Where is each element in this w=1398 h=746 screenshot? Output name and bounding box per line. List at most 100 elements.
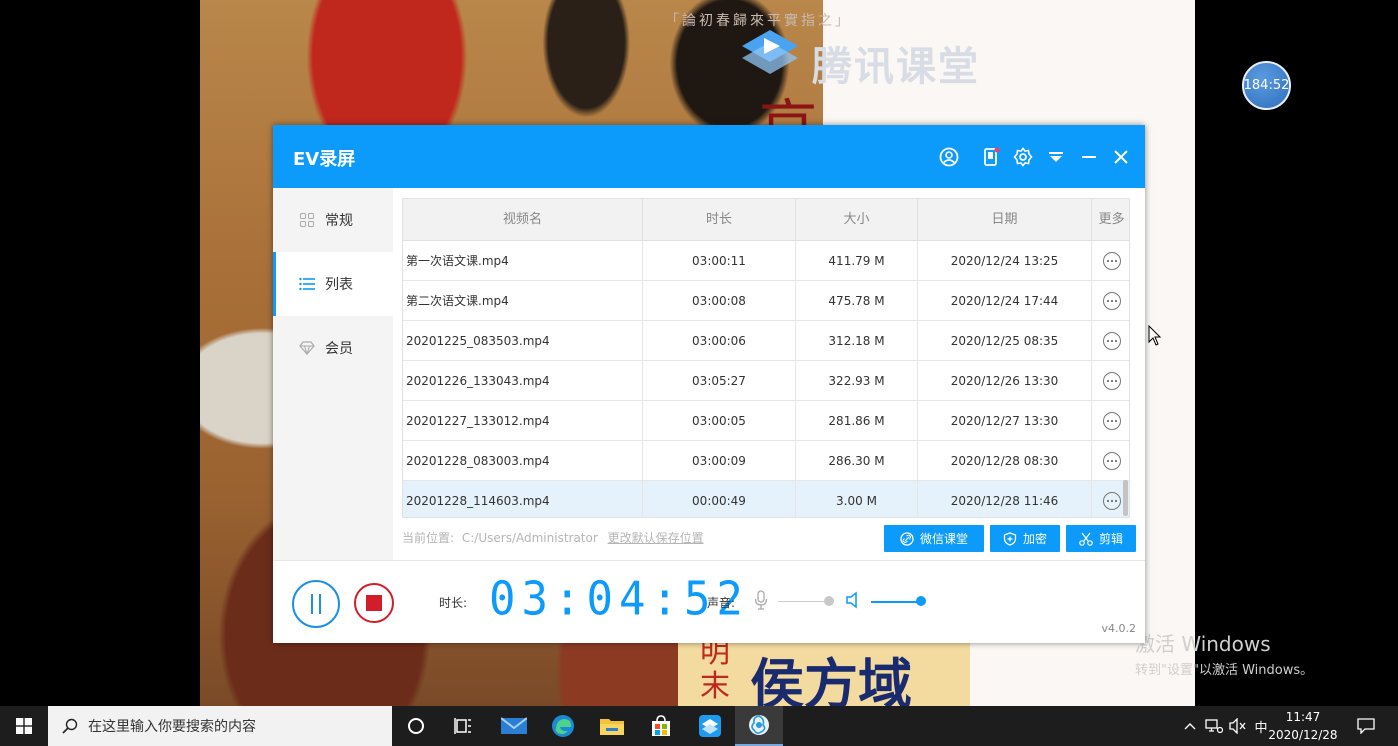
speaker-volume-slider[interactable] [871, 601, 921, 603]
edge-browser-button[interactable] [539, 706, 587, 746]
cut-button[interactable]: 剪辑 [1066, 525, 1136, 552]
cell-size: 3.00 M [796, 481, 918, 517]
taskbar-clock[interactable]: 11:47 2020/12/28 [1268, 708, 1338, 744]
cell-more [1092, 281, 1129, 321]
table-row[interactable]: 20201226_133043.mp4 03:05:27 322.93 M 2020/… [403, 361, 1129, 401]
header-video-name[interactable]: 视频名 [403, 199, 643, 241]
change-save-location-link[interactable]: 更改默认保存位置 [608, 531, 704, 545]
speaker-volume-handle[interactable] [916, 596, 926, 606]
mail-app-button[interactable] [490, 706, 538, 746]
cell-duration: 00:00:49 [643, 481, 796, 517]
cell-video-name: 20201225_083503.mp4 [403, 321, 643, 361]
slide-caption: 「論初春歸來平實指之」 [665, 13, 852, 29]
more-options-icon[interactable] [1102, 332, 1121, 350]
table-row[interactable]: 第二次语文课.mp4 03:00:08 475.78 M 2020/12/24 17:… [403, 281, 1129, 321]
slide-dynasty: 明末 [700, 635, 730, 704]
save-location-label: 当前位置: [402, 531, 455, 545]
microphone-volume-slider[interactable] [778, 601, 828, 602]
cell-duration: 03:05:27 [643, 361, 796, 401]
sidebar-item-label: 常规 [325, 213, 353, 229]
slide-author: 侯方域 [750, 652, 912, 706]
microsoft-store-button[interactable] [637, 706, 685, 746]
header-date[interactable]: 日期 [918, 199, 1092, 241]
cell-duration: 03:00:08 [643, 281, 796, 321]
ev-recorder-icon [749, 715, 769, 735]
more-options-icon[interactable] [1102, 492, 1121, 510]
tencent-classroom-logo-icon [742, 30, 798, 74]
more-options-icon[interactable] [1102, 412, 1121, 430]
cell-video-name: 20201227_133012.mp4 [403, 401, 643, 441]
cell-date: 2020/12/24 13:25 [918, 241, 1092, 281]
cell-size: 312.18 M [796, 321, 918, 361]
sidebar-item-list[interactable]: 列表 [273, 252, 393, 316]
speaker-icon[interactable] [845, 591, 861, 609]
cell-video-name: 第二次语文课.mp4 [403, 281, 643, 321]
table-row[interactable]: 20201227_133012.mp4 03:00:05 281.86 M 2020/… [403, 401, 1129, 441]
mobile-icon[interactable] [979, 145, 1003, 169]
table-row[interactable]: 20201228_083003.mp4 03:00:09 286.30 M 2020/… [403, 441, 1129, 481]
cell-date: 2020/12/27 13:30 [918, 401, 1092, 441]
title-bar[interactable]: EV录屏 [273, 125, 1145, 188]
settings-gear-icon[interactable] [1011, 145, 1035, 169]
header-size[interactable]: 大小 [796, 199, 918, 241]
microphone-volume-handle[interactable] [824, 596, 834, 606]
clock-date: 2020/12/28 [1268, 728, 1338, 742]
minimize-icon[interactable] [1077, 145, 1101, 169]
cell-duration: 03:00:05 [643, 401, 796, 441]
sidebar-item-member[interactable]: 会员 [273, 316, 393, 380]
clock-time: 11:47 [1285, 710, 1321, 724]
encrypt-button[interactable]: 加密 [990, 525, 1060, 552]
recordings-panel: 视频名 时长 大小 日期 更多 第一次语文课.mp4 03:00:11 411.79… [393, 188, 1145, 560]
task-view-button[interactable] [440, 706, 488, 746]
tencent-classroom-icon [699, 715, 721, 737]
mail-icon [501, 717, 527, 734]
ev-recorder-taskbar-button[interactable] [735, 706, 783, 746]
sidebar-item-label: 列表 [325, 277, 353, 293]
header-duration[interactable]: 时长 [643, 199, 796, 241]
taskbar-search-box[interactable]: 在这里输入你要搜索的内容 [48, 706, 392, 746]
account-icon[interactable] [937, 145, 961, 169]
sidebar-item-general[interactable]: 常规 [273, 188, 393, 252]
table-row[interactable]: 20201225_083503.mp4 03:00:06 312.18 M 2020/… [403, 321, 1129, 361]
recording-controls: 时长: 03:04:52 声音: v4.0.2 [273, 560, 1145, 643]
cortana-circle-icon [408, 718, 424, 734]
table-scrollbar-thumb[interactable] [1123, 480, 1128, 516]
windows-logo-icon [16, 718, 32, 734]
cell-video-name: 20201228_114603.mp4 [403, 481, 643, 517]
start-button[interactable] [0, 706, 48, 746]
cell-video-name: 20201228_083003.mp4 [403, 441, 643, 481]
floating-timer-bubble[interactable]: 184:52 [1242, 61, 1291, 110]
network-status-button[interactable] [1203, 706, 1225, 746]
encrypt-label: 加密 [1022, 532, 1047, 546]
app-title: EV录屏 [293, 149, 356, 170]
cell-more [1092, 441, 1129, 481]
more-options-icon[interactable] [1102, 372, 1121, 390]
volume-button[interactable] [1227, 706, 1249, 746]
action-center-button[interactable] [1350, 706, 1382, 746]
save-location: 当前位置: C:/Users/Administrator 更改默认保存位置 [402, 529, 704, 546]
mouse-cursor-icon [1148, 325, 1162, 346]
more-options-icon[interactable] [1102, 252, 1121, 270]
table-row[interactable]: 第一次语文课.mp4 03:00:11 411.79 M 2020/12/24 13:… [403, 241, 1129, 281]
close-icon[interactable] [1109, 145, 1133, 169]
cell-size: 281.86 M [796, 401, 918, 441]
shield-icon [1003, 531, 1017, 546]
wechat-classroom-button[interactable]: 微信课堂 [884, 525, 984, 552]
tencent-classroom-button[interactable] [686, 706, 734, 746]
header-more: 更多 [1098, 212, 1125, 227]
task-view-icon [454, 718, 471, 734]
activation-title: 激活 Windows [1135, 632, 1271, 656]
collapse-dropdown-icon[interactable] [1044, 145, 1068, 169]
more-options-icon[interactable] [1102, 292, 1121, 310]
file-explorer-button[interactable] [588, 706, 636, 746]
more-options-icon[interactable] [1102, 452, 1121, 470]
save-location-path: C:/Users/Administrator [461, 531, 598, 545]
cortana-button[interactable] [392, 706, 440, 746]
table-body: 第一次语文课.mp4 03:00:11 411.79 M 2020/12/24 13:… [403, 241, 1129, 517]
cell-date: 2020/12/26 13:30 [918, 361, 1092, 401]
table-row[interactable]: 20201228_114603.mp4 00:00:49 3.00 M 2020/12… [403, 481, 1129, 517]
show-hidden-icons-button[interactable] [1180, 706, 1200, 746]
microphone-icon[interactable] [753, 590, 769, 610]
stop-button[interactable] [354, 583, 394, 623]
pause-button[interactable] [292, 580, 340, 628]
